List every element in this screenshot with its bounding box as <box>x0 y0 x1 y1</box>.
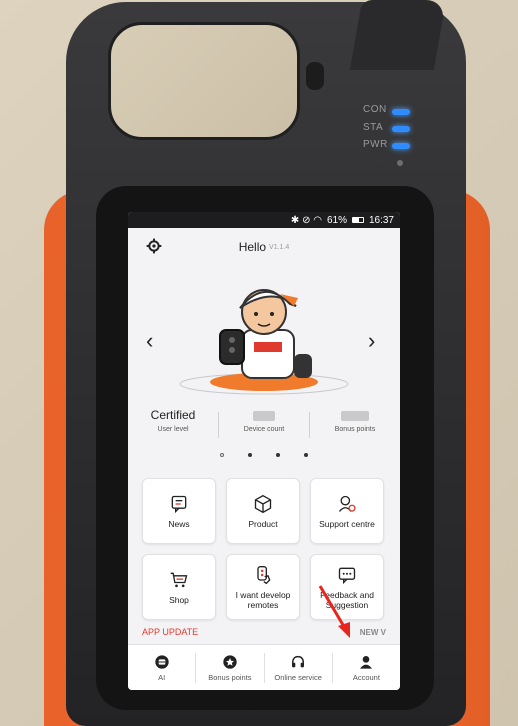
tile-label: Product <box>248 518 278 529</box>
page-dot[interactable] <box>276 453 280 457</box>
tile-product[interactable]: Product <box>226 478 300 544</box>
tab-label: Account <box>352 672 380 682</box>
user-stats: Certified User level Device count Bonus … <box>128 408 400 448</box>
stat-label: Bonus points <box>334 426 376 433</box>
header: Hello V1.1.4 <box>128 228 400 266</box>
gear-icon[interactable] <box>146 238 162 254</box>
tab-bonus-points[interactable]: Bonus points <box>196 645 263 690</box>
tile-label: News <box>168 518 190 529</box>
status-indicators: ✱ ⊘ ◠ <box>290 214 322 226</box>
led-label-pwr: PWR <box>363 139 388 150</box>
mascot-carousel: ‹ › <box>128 266 400 416</box>
ai-icon <box>154 654 169 669</box>
tab-label: Online service <box>274 672 322 682</box>
led-label-sta: STA <box>363 122 384 133</box>
status-bar: ✱ ⊘ ◠ 61% 16:37 <box>128 212 400 228</box>
lanyard-slot <box>306 62 324 90</box>
page-dot[interactable] <box>220 453 224 457</box>
chevron-left-icon[interactable]: ‹ <box>146 328 153 354</box>
led-sta <box>392 126 410 132</box>
new-version-label: NEW V <box>359 627 386 637</box>
news-icon <box>171 495 187 513</box>
page-dot[interactable] <box>304 453 308 457</box>
red-arrow-annotation <box>318 585 350 638</box>
mascot-illustration <box>179 289 349 395</box>
blurred-value <box>253 411 275 421</box>
tile-label: Shop <box>169 594 189 605</box>
led-pwr <box>392 143 410 149</box>
tab-online-service[interactable]: Online service <box>265 645 332 690</box>
headset-icon <box>292 655 305 667</box>
tab-account[interactable]: Account <box>333 645 400 690</box>
status-time: 16:37 <box>368 214 394 226</box>
tab-label: AI <box>158 672 166 682</box>
sensor-dot <box>397 160 403 166</box>
device-screen: ✱ ⊘ ◠ 61% 16:37 Hello V1.1.4 ‹ › Certifi… <box>128 212 400 690</box>
blurred-value <box>341 411 369 421</box>
carousel-indicator <box>128 450 400 460</box>
stat-device-count[interactable]: Device count <box>219 408 309 433</box>
led-con <box>392 109 410 115</box>
cart-icon <box>170 572 188 587</box>
person-icon <box>360 655 373 669</box>
tile-news[interactable]: News <box>142 478 216 544</box>
tile-support-centre[interactable]: Support centre <box>310 478 384 544</box>
star-icon <box>223 654 237 669</box>
led-label-con: CON <box>363 104 387 115</box>
stat-value: Certified <box>150 408 196 422</box>
handle-opening <box>108 22 300 140</box>
tile-develop-remotes[interactable]: I want develop remotes <box>226 554 300 620</box>
support-icon <box>338 495 356 512</box>
stat-user-level[interactable]: Certified User level <box>128 408 218 433</box>
page-dot[interactable] <box>248 453 252 457</box>
battery-percent: 61% <box>326 214 347 226</box>
tab-label: Bonus points <box>208 672 252 682</box>
box-icon <box>254 494 272 513</box>
bottom-tab-bar: AI Bonus points Online service Account <box>128 644 400 690</box>
remote-hand-icon <box>257 565 271 584</box>
tile-label: Support centre <box>319 518 375 529</box>
update-label: APP UPDATE <box>142 627 199 637</box>
stat-bonus-points[interactable]: Bonus points <box>310 408 400 433</box>
tab-ai[interactable]: AI <box>128 645 195 690</box>
battery-icon <box>351 217 364 223</box>
stat-label: User level <box>157 426 189 433</box>
chevron-right-icon[interactable]: › <box>368 328 375 354</box>
page-title: Hello <box>238 240 267 254</box>
antenna <box>349 0 447 70</box>
tile-label: I want develop remotes <box>235 589 291 610</box>
stat-label: Device count <box>243 426 285 433</box>
app-version: V1.1.4 <box>269 243 290 251</box>
tile-shop[interactable]: Shop <box>142 554 216 620</box>
